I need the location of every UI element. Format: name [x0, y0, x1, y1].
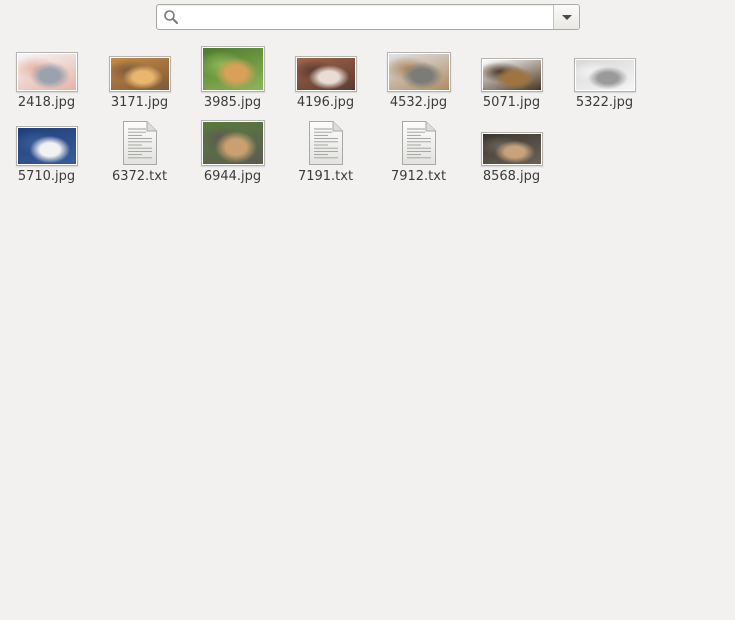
image-thumbnail: [108, 56, 171, 92]
search-dropdown-button[interactable]: [553, 5, 579, 29]
file-item[interactable]: 7912.txt: [372, 116, 465, 186]
file-icon-area: [0, 42, 93, 92]
search-input[interactable]: [183, 7, 553, 27]
file-name-label: 7191.txt: [297, 169, 354, 184]
file-name-label: 4196.jpg: [296, 95, 355, 110]
file-name-label: 6944.jpg: [203, 169, 262, 184]
search-bar[interactable]: [156, 4, 580, 30]
image-thumbnail: [480, 132, 543, 166]
file-icon-area: [465, 116, 558, 166]
file-name-label: 7912.txt: [390, 169, 447, 184]
photo-icon: [575, 60, 634, 90]
file-item[interactable]: 8568.jpg: [465, 116, 558, 186]
file-icon-area: [186, 116, 279, 166]
file-icon-area: [372, 116, 465, 166]
photo-icon: [482, 60, 541, 90]
photo-icon: [388, 54, 449, 90]
file-name-label: 8568.jpg: [482, 169, 541, 184]
file-icon-area: [465, 42, 558, 92]
file-icon-area: [279, 42, 372, 92]
image-thumbnail: [294, 56, 357, 92]
file-item[interactable]: 6944.jpg: [186, 116, 279, 186]
search-icon: [164, 10, 178, 24]
file-icon-area: [93, 42, 186, 92]
file-icon-area: [372, 42, 465, 92]
text-document-icon: [308, 121, 343, 165]
photo-icon: [202, 48, 263, 90]
file-name-label: 5710.jpg: [17, 169, 76, 184]
image-thumbnail: [200, 120, 265, 166]
file-name-label: 5071.jpg: [482, 95, 541, 110]
image-thumbnail: [480, 58, 543, 92]
file-item[interactable]: 2418.jpg: [0, 42, 93, 112]
text-document-icon: [401, 121, 436, 165]
text-document-icon: [122, 121, 157, 165]
photo-icon: [202, 122, 263, 164]
file-item[interactable]: 7191.txt: [279, 116, 372, 186]
file-name-label: 6372.txt: [111, 169, 168, 184]
file-item[interactable]: 6372.txt: [93, 116, 186, 186]
file-name-label: 3985.jpg: [203, 95, 262, 110]
photo-icon: [17, 54, 76, 90]
image-thumbnail: [15, 126, 78, 166]
file-icon-area: [0, 116, 93, 166]
file-icon-area: [186, 42, 279, 92]
image-thumbnail: [15, 52, 78, 92]
file-item[interactable]: 3985.jpg: [186, 42, 279, 112]
photo-icon: [110, 58, 169, 90]
file-name-label: 2418.jpg: [17, 95, 76, 110]
file-item[interactable]: 5322.jpg: [558, 42, 651, 112]
photo-icon: [482, 134, 541, 164]
file-icon-area: [279, 116, 372, 166]
file-name-label: 5322.jpg: [575, 95, 634, 110]
file-name-label: 3171.jpg: [110, 95, 169, 110]
file-item[interactable]: 5071.jpg: [465, 42, 558, 112]
file-item[interactable]: 5710.jpg: [0, 116, 93, 186]
file-name-label: 4532.jpg: [389, 95, 448, 110]
image-thumbnail: [200, 46, 265, 92]
file-item[interactable]: 4196.jpg: [279, 42, 372, 112]
image-thumbnail: [386, 52, 451, 92]
file-item[interactable]: 3171.jpg: [93, 42, 186, 112]
file-item[interactable]: 4532.jpg: [372, 42, 465, 112]
file-icon-area: [93, 116, 186, 166]
chevron-down-icon: [562, 15, 572, 20]
image-thumbnail: [573, 58, 636, 92]
photo-icon: [17, 128, 76, 164]
photo-icon: [296, 58, 355, 90]
file-icon-area: [558, 42, 651, 92]
